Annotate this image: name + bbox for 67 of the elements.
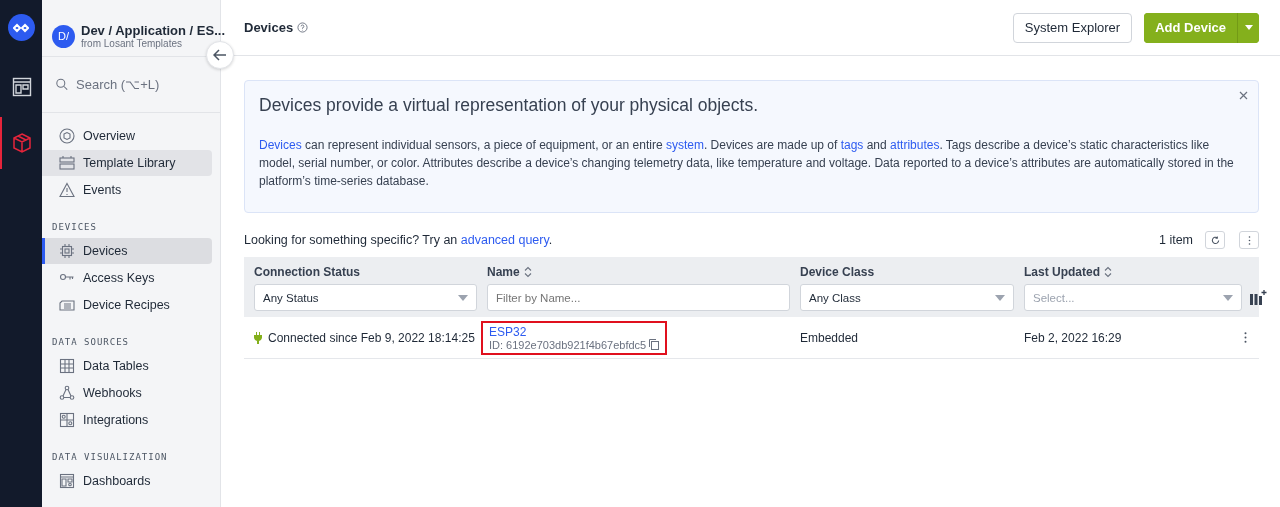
caret-icon — [1223, 294, 1233, 301]
app-avatar: D/ — [52, 24, 75, 48]
info-text: Devices can represent individual sensors, a piece of equipment, or an entire system. Devices are made up of tags and attributes. Tags describe a device’s static characteristics like model, serial number, or color. Attributes describe a device’s changing telemetry data, like temperature and voltage. Data reported to a device’s attributes are automatically stored in the platform’s time-series database. — [259, 137, 1235, 190]
status-text: Connected since Feb 9, 2022 18:14:25 — [268, 330, 475, 345]
refresh-button[interactable] — [1205, 231, 1225, 249]
warning-icon — [59, 182, 75, 198]
dashboard-icon — [59, 473, 75, 489]
logo-icon[interactable] — [7, 14, 35, 41]
collapse-button[interactable] — [206, 41, 234, 69]
device-id: ID: 6192e703db921f4b67ebfdc5 — [489, 338, 647, 351]
query-hint: Looking for something specific? Try an advanced query. — [244, 233, 553, 247]
section-heading: DEVICES — [51, 221, 98, 234]
sort-icon[interactable] — [1104, 266, 1112, 278]
link[interactable]: Devices — [259, 138, 302, 152]
caret-icon — [1244, 25, 1253, 30]
copy-icon[interactable] — [649, 339, 660, 350]
arrow-left-icon — [213, 49, 227, 61]
table-icon — [59, 358, 75, 374]
integration-icon — [59, 412, 75, 428]
column-header: Connection Status — [254, 265, 360, 279]
search-icon — [56, 77, 68, 92]
link[interactable]: tags — [840, 138, 864, 152]
filter-select[interactable]: Any Status — [254, 284, 477, 311]
close-button[interactable] — [1237, 89, 1250, 102]
column-header: Name — [487, 265, 520, 279]
section-heading: DATA VISUALIZATION — [51, 451, 169, 464]
cube-icon[interactable] — [11, 132, 33, 154]
link[interactable]: system — [665, 138, 704, 152]
chip-icon — [59, 243, 75, 259]
caret-icon — [458, 294, 468, 301]
filter-select[interactable]: Any Class — [800, 284, 1014, 311]
nav-item[interactable]: Devices — [42, 238, 212, 264]
name-filter-field[interactable]: Filter by Name... — [487, 284, 790, 311]
item-count: 1 item — [1158, 233, 1193, 247]
kebab-icon — [1244, 332, 1247, 343]
app-title[interactable]: Dev / Application / ES... — [81, 23, 225, 38]
nav-item[interactable]: Webhooks — [42, 380, 212, 406]
refresh-icon — [1210, 235, 1220, 245]
nav-item[interactable]: Integrations — [42, 407, 212, 433]
column-header: Device Class — [800, 265, 875, 279]
dashboard-icon[interactable] — [12, 77, 32, 97]
search-field[interactable]: Search (⌥+L) — [76, 77, 206, 92]
dropdown-button[interactable] — [1237, 12, 1259, 43]
nav-item[interactable]: Events — [42, 177, 212, 203]
row-menu-button[interactable] — [1242, 330, 1249, 345]
webhook-icon — [59, 385, 75, 401]
nav-item[interactable]: Access Keys — [42, 265, 212, 291]
kebab-icon — [1247, 235, 1251, 245]
app-subtitle: from Losant Templates — [81, 38, 183, 49]
caret-icon — [995, 294, 1005, 301]
nav-item[interactable]: Data Tables — [42, 353, 212, 379]
advanced-query-link[interactable]: advanced query — [460, 233, 549, 247]
table-cell-text: Feb 2, 2022 16:29 — [1023, 330, 1123, 345]
help-icon[interactable] — [297, 22, 309, 33]
nav-item[interactable]: Template Library — [42, 150, 212, 176]
system-explorer-button[interactable]: System Explorer — [1012, 12, 1133, 43]
section-heading: DATA SOURCES — [51, 336, 131, 349]
page-title: Devices — [244, 20, 294, 35]
info-title: Devices provide a virtual representation of your physical objects. — [259, 95, 759, 116]
sort-icon[interactable] — [523, 266, 532, 278]
nav-item[interactable]: Overview — [42, 123, 212, 149]
column-header: Last Updated — [1024, 265, 1100, 279]
nav-item[interactable]: Device Recipes — [42, 292, 212, 318]
table-cell-text: Embedded — [799, 330, 860, 345]
columns-icon[interactable] — [1250, 290, 1267, 305]
nav-item[interactable]: Dashboards — [42, 468, 212, 494]
device-link[interactable]: ESP32 — [489, 324, 660, 339]
